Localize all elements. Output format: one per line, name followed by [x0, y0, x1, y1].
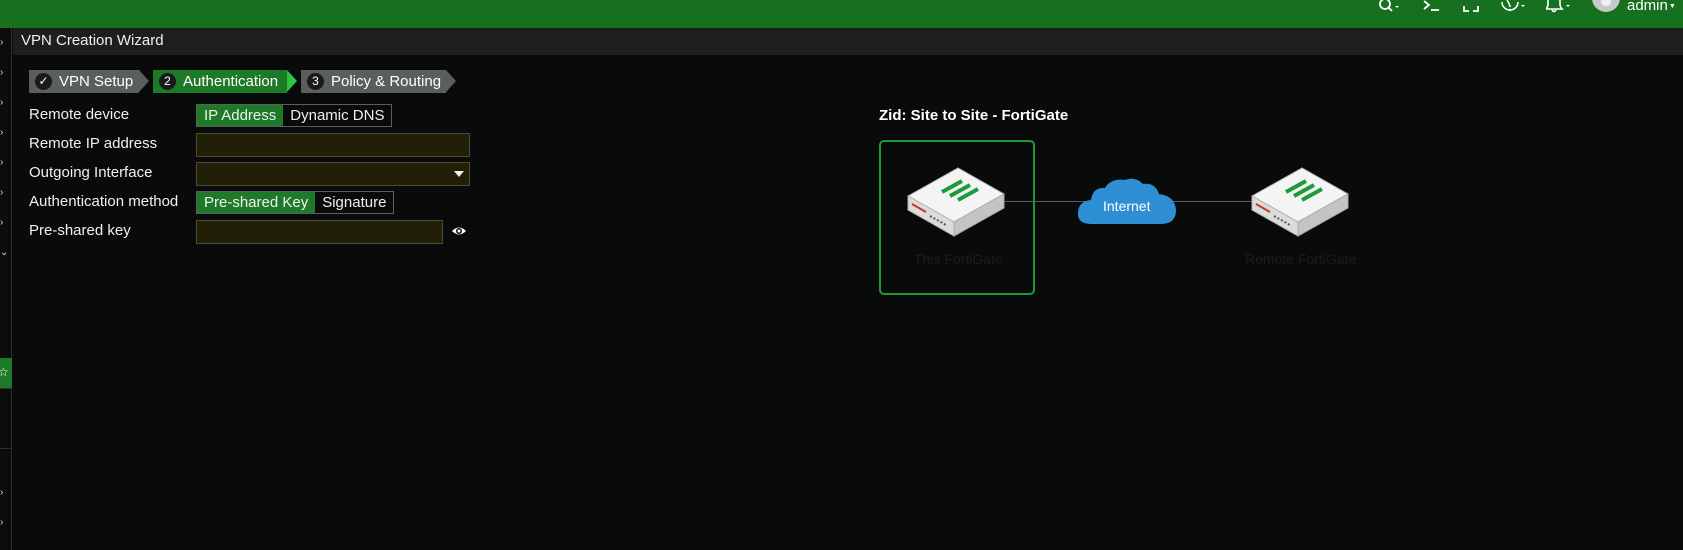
search-icon[interactable] — [1379, 0, 1401, 13]
user-avatar[interactable] — [1592, 0, 1620, 12]
signature-option[interactable]: Signature — [315, 192, 393, 213]
check-icon: ✓ — [35, 73, 52, 90]
remote-ip-input[interactable] — [196, 133, 470, 157]
top-bar: admin▼ — [0, 0, 1683, 28]
step-number: 3 — [307, 73, 324, 90]
sidebar-divider — [0, 448, 12, 449]
auth-method-label: Authentication method — [29, 193, 179, 210]
outgoing-interface-select[interactable] — [196, 162, 470, 186]
sidebar-divider — [0, 388, 12, 389]
ip-address-option[interactable]: IP Address — [197, 105, 284, 126]
chevron-right-icon[interactable]: › — [0, 38, 3, 48]
pre-shared-key-option[interactable]: Pre-shared Key — [197, 192, 316, 213]
local-device-label: This FortiGate — [914, 251, 1003, 267]
bell-icon[interactable] — [1544, 0, 1572, 13]
caret-down-icon — [454, 171, 464, 177]
fullscreen-icon[interactable] — [1463, 0, 1479, 13]
step-vpn-setup[interactable]: ✓ VPN Setup — [29, 70, 139, 93]
step-chevron — [446, 70, 456, 92]
user-menu[interactable]: admin▼ — [1627, 0, 1676, 14]
chevron-right-icon[interactable]: › — [0, 488, 3, 498]
link-line — [1005, 201, 1085, 202]
star-icon: ☆ — [0, 365, 9, 379]
chevron-right-icon[interactable]: › — [0, 518, 3, 528]
link-line — [1170, 201, 1260, 202]
step-label: Policy & Routing — [331, 73, 442, 90]
sidebar: › › › › › › › ⌄ ☆ › › — [0, 28, 12, 550]
wizard-title-bar: VPN Creation Wizard — [13, 28, 1683, 55]
step-chevron — [139, 70, 149, 92]
chevron-right-icon[interactable]: › — [0, 158, 3, 168]
outgoing-interface-label: Outgoing Interface — [29, 164, 153, 181]
step-label: Authentication — [183, 73, 279, 90]
internet-label: Internet — [1103, 198, 1151, 214]
remote-device-label: Remote FortiGate — [1245, 251, 1357, 267]
chevron-right-icon[interactable]: › — [0, 188, 3, 198]
chevron-down-icon[interactable]: ⌄ — [0, 248, 8, 258]
step-number: 2 — [159, 73, 176, 90]
fortigate-device-icon — [906, 166, 1006, 238]
help-icon[interactable] — [1501, 0, 1527, 13]
diagram-title: Zid: Site to Site - FortiGate — [879, 107, 1069, 124]
psk-input[interactable] — [196, 220, 443, 244]
chevron-down-icon: ▼ — [1668, 2, 1676, 10]
dynamic-dns-option[interactable]: Dynamic DNS — [283, 105, 391, 126]
remote-device-label: Remote device — [29, 106, 130, 123]
step-authentication[interactable]: 2 Authentication — [153, 70, 287, 93]
step-chevron — [287, 70, 297, 92]
chevron-right-icon[interactable]: › — [0, 128, 3, 138]
terminal-icon[interactable] — [1423, 0, 1441, 13]
psk-label: Pre-shared key — [29, 222, 131, 239]
remote-ip-label: Remote IP address — [29, 135, 158, 152]
sidebar-item-favorites[interactable]: ☆ — [0, 358, 12, 388]
user-name: admin — [1627, 0, 1668, 14]
auth-method-toggle: Pre-shared Key Signature — [196, 191, 395, 214]
remote-device-toggle: IP Address Dynamic DNS — [196, 104, 393, 127]
step-policy-routing[interactable]: 3 Policy & Routing — [301, 70, 446, 93]
page-title: VPN Creation Wizard — [21, 32, 164, 49]
chevron-right-icon[interactable]: › — [0, 98, 3, 108]
step-label: VPN Setup — [59, 73, 134, 90]
fortigate-device-icon — [1250, 166, 1350, 238]
chevron-right-icon[interactable]: › — [0, 68, 3, 78]
chevron-right-icon[interactable]: › — [0, 218, 3, 228]
eye-icon[interactable] — [451, 224, 467, 238]
